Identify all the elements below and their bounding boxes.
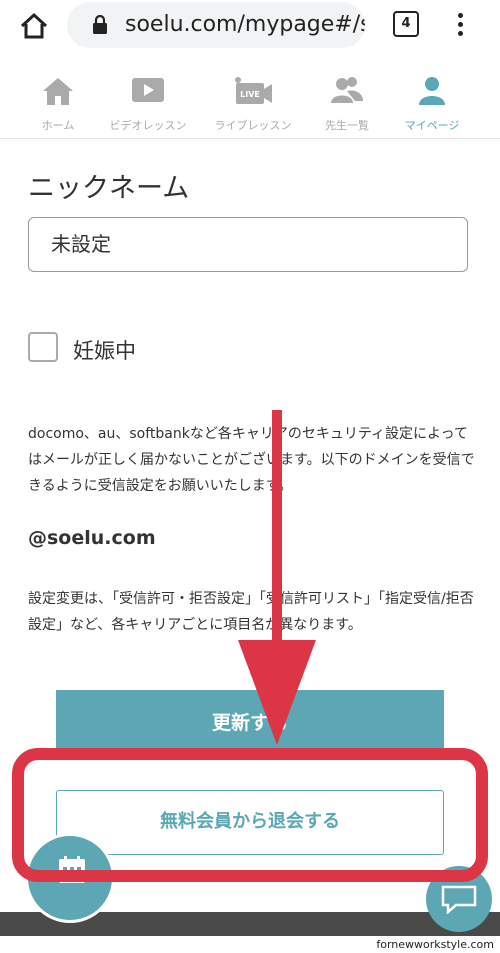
schedule-fab[interactable]	[25, 833, 115, 923]
chat-fab[interactable]	[426, 866, 492, 932]
more-menu-icon[interactable]	[452, 10, 468, 40]
teachers-icon	[331, 77, 363, 103]
mail-domain: @soelu.com	[28, 527, 156, 549]
carrier-notice-text: docomo、au、softbankなど各キャリアのセキュリティ設定によってはメ…	[28, 426, 475, 494]
nav-label-home: ホーム	[41, 119, 75, 132]
nav-item-video-lessons[interactable]: ビデオレッスン	[98, 62, 198, 138]
nav-item-mypage[interactable]: マイページ	[386, 62, 478, 138]
calendar-icon	[59, 856, 85, 883]
nav-item-teachers[interactable]: 先生一覧	[300, 62, 394, 138]
app-nav-bar: ホーム ビデオレッスン LIVE ライブレッスン 先生一覧 マイページ	[0, 62, 500, 139]
home-icon[interactable]	[18, 10, 50, 42]
pregnant-label: 妊娠中	[73, 339, 136, 363]
chat-bubble-icon	[441, 885, 477, 914]
nav-label-live-lessons: ライブレッスン	[214, 119, 292, 132]
nav-label-mypage: マイページ	[404, 119, 460, 132]
svg-text:LIVE: LIVE	[240, 90, 260, 99]
carrier-settings-text: 設定変更は、「受信許可・拒否設定」「受信許可リスト」「指定受信/拒否設定」など、…	[28, 591, 474, 633]
pregnant-checkbox[interactable]	[28, 332, 58, 362]
nav-label-video-lessons: ビデオレッスン	[109, 119, 187, 132]
url-text: soelu.com/mypage#/settings	[125, 12, 365, 37]
nav-item-live-lessons[interactable]: LIVE ライブレッスン	[203, 62, 303, 138]
nickname-input[interactable]: 未設定	[28, 217, 468, 272]
lock-icon	[93, 15, 107, 34]
address-bar[interactable]: soelu.com/mypage#/settings	[67, 2, 365, 48]
nav-item-home[interactable]: ホーム	[10, 62, 106, 138]
update-button[interactable]: 更新する	[56, 690, 444, 756]
tab-switcher-button[interactable]: 4	[393, 11, 419, 37]
home-icon	[43, 78, 73, 105]
nickname-label: ニックネーム	[28, 173, 190, 204]
browser-toolbar: soelu.com/mypage#/settings 4	[0, 0, 500, 62]
watermark: fornewworkstyle.com	[376, 938, 494, 951]
video-play-icon	[132, 78, 164, 102]
withdraw-button[interactable]: 無料会員から退会する	[56, 790, 444, 855]
live-camera-icon: LIVE	[235, 77, 272, 104]
user-icon	[419, 77, 445, 105]
nav-label-teachers: 先生一覧	[325, 119, 369, 132]
